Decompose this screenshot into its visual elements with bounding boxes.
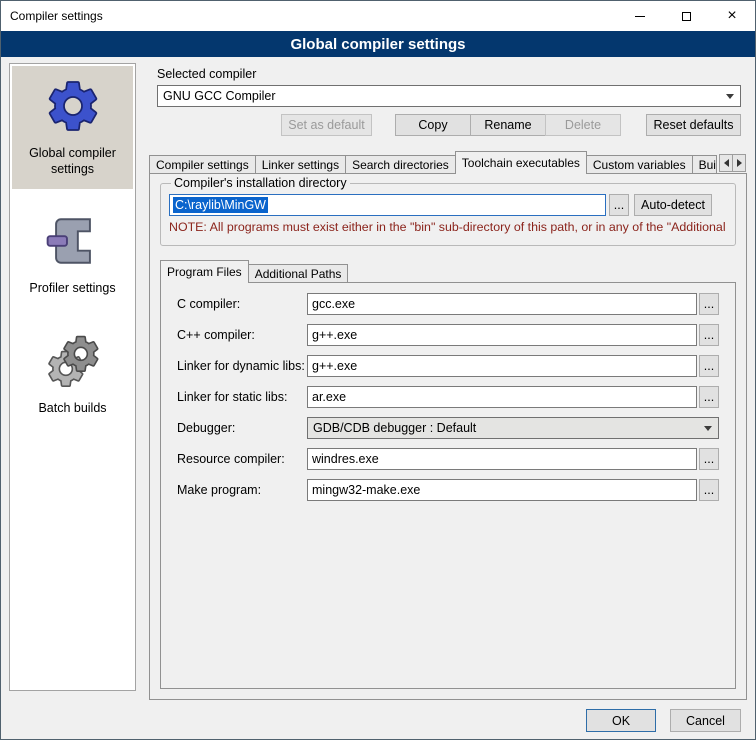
sidebar-item-batch-builds[interactable]: Batch builds [12,321,133,429]
delete-button: Delete [545,114,621,136]
field-row-linker-static: Linker for static libs: ... [177,386,719,408]
close-icon: × [727,8,736,24]
linker-dynamic-input[interactable] [307,355,697,377]
make-program-browse-button[interactable]: ... [699,479,719,501]
field-row-c-compiler: C compiler: ... [177,293,719,315]
program-files-tabbar: Program Files Additional Paths [160,260,348,283]
gears-gray-icon [41,329,105,393]
debugger-select-value: GDB/CDB debugger : Default [313,421,476,435]
minimize-icon [635,16,645,17]
program-files-page: C compiler: ... C++ compiler: ... Linker… [160,282,736,689]
cpp-compiler-input[interactable] [307,324,697,346]
tab-build-options[interactable]: Buil [692,155,717,174]
tab-linker-settings[interactable]: Linker settings [255,155,346,174]
field-label: C++ compiler: [177,328,307,342]
sidebar-item-label: Batch builds [38,401,106,417]
selected-compiler-label: Selected compiler [157,67,256,81]
settings-tabbar: Compiler settings Linker settings Search… [149,151,717,174]
sidebar-item-global-compiler-settings[interactable]: Global compiler settings [12,66,133,189]
linker-static-input[interactable] [307,386,697,408]
cpp-compiler-browse-button[interactable]: ... [699,324,719,346]
set-as-default-button: Set as default [281,114,372,136]
c-compiler-browse-button[interactable]: ... [699,293,719,315]
note-text: NOTE: All programs must exist either in … [169,220,727,234]
tab-toolchain-executables[interactable]: Toolchain executables [455,151,587,174]
tab-search-directories[interactable]: Search directories [345,155,456,174]
maximize-button[interactable] [663,1,709,31]
caption-buttons: × [617,1,755,31]
chevron-down-icon [704,426,712,431]
field-row-resource-compiler: Resource compiler: ... [177,448,719,470]
maximize-icon [682,12,691,21]
subtab-additional-paths[interactable]: Additional Paths [248,264,349,283]
minimize-button[interactable] [617,1,663,31]
close-button[interactable]: × [709,1,755,31]
chevron-down-icon [726,94,734,99]
field-label: Make program: [177,483,307,497]
titlebar[interactable]: Compiler settings × [1,1,755,31]
copy-button[interactable]: Copy [395,114,471,136]
sidebar-item-profiler-settings[interactable]: Profiler settings [12,201,133,309]
profiler-clamp-icon [41,209,105,273]
make-program-input[interactable] [307,479,697,501]
tab-compiler-settings[interactable]: Compiler settings [149,155,256,174]
reset-defaults-button[interactable]: Reset defaults [646,114,741,136]
linker-dynamic-browse-button[interactable]: ... [699,355,719,377]
field-label: Debugger: [177,421,307,435]
field-label: Linker for static libs: [177,390,307,404]
installation-directory-row: C:\raylib\MinGW ... Auto-detect [169,194,727,216]
installation-directory-group: Compiler's installation directory C:\ray… [160,176,736,246]
arrow-left-icon [724,159,729,167]
installation-directory-input[interactable]: C:\raylib\MinGW [169,194,606,216]
installation-directory-value: C:\raylib\MinGW [173,197,268,213]
compiler-select-value: GNU GCC Compiler [163,89,276,103]
tab-scroll-buttons [719,154,746,172]
field-row-make-program: Make program: ... [177,479,719,501]
debugger-select[interactable]: GDB/CDB debugger : Default [307,417,719,439]
installation-directory-legend: Compiler's installation directory [171,176,350,190]
dialog-header: Global compiler settings [1,31,755,57]
field-label: Resource compiler: [177,452,307,466]
sidebar-item-label: Global compiler settings [14,146,131,177]
window-title: Compiler settings [10,9,103,23]
field-label: C compiler: [177,297,307,311]
resource-compiler-browse-button[interactable]: ... [699,448,719,470]
field-row-linker-dynamic: Linker for dynamic libs: ... [177,355,719,377]
field-row-debugger: Debugger: GDB/CDB debugger : Default [177,417,719,439]
toolchain-executables-page: Compiler's installation directory C:\ray… [149,173,747,700]
c-compiler-input[interactable] [307,293,697,315]
subtab-program-files[interactable]: Program Files [160,260,249,283]
resource-compiler-input[interactable] [307,448,697,470]
browse-directory-button[interactable]: ... [609,194,629,216]
tab-scroll-left-button[interactable] [719,154,733,172]
auto-detect-button[interactable]: Auto-detect [634,194,712,216]
arrow-right-icon [737,159,742,167]
tab-scroll-right-button[interactable] [732,154,746,172]
compiler-select[interactable]: GNU GCC Compiler [157,85,741,107]
ok-button[interactable]: OK [586,709,656,732]
sidebar-item-label: Profiler settings [29,281,115,297]
rename-button[interactable]: Rename [470,114,546,136]
compiler-settings-dialog: Compiler settings × Global compiler sett… [0,0,756,740]
linker-static-browse-button[interactable]: ... [699,386,719,408]
settings-category-list: Global compiler settings Profiler settin… [9,63,136,691]
field-row-cpp-compiler: C++ compiler: ... [177,324,719,346]
gear-blue-icon [41,74,105,138]
tab-custom-variables[interactable]: Custom variables [586,155,693,174]
field-label: Linker for dynamic libs: [177,359,307,373]
cancel-button[interactable]: Cancel [670,709,741,732]
